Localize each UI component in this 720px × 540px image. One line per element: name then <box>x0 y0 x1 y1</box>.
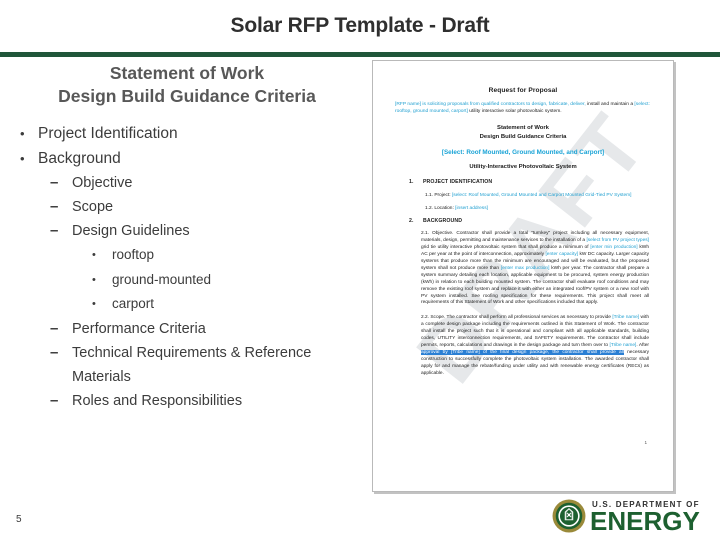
list-item-label: rooftop <box>112 247 155 262</box>
document-system-line: Utility-Interactive Photovoltaic System <box>469 164 577 171</box>
list-item: • Project Identification <box>14 121 368 146</box>
document-subtitle: Statement of Work Design Build Guidance … <box>395 124 651 142</box>
doe-seal-icon <box>552 499 586 533</box>
item-1-1-placeholder: [select: Roof Mounted, Ground Mounted an… <box>451 193 632 199</box>
dash-marker-icon: – <box>50 174 59 191</box>
intro-text-a: [RFP name] is soliciting proposals from … <box>395 102 588 107</box>
dash-marker-icon: – <box>50 319 59 337</box>
objective-placeholder-1: [select from PV project types] <box>586 238 649 244</box>
list-item: • carport <box>92 292 368 317</box>
title-divider <box>0 52 720 57</box>
document-section-2-heading: 2. BACKGROUND <box>409 218 651 224</box>
objective-text-e: kWh per year. The contractor shall prepa… <box>421 265 649 306</box>
doe-logo: U.S. DEPARTMENT OF ENERGY <box>552 498 712 536</box>
list-item-label: Scope <box>72 199 114 215</box>
section-1-number: 1. <box>409 179 414 186</box>
content-heading-line2: Design Build Guidance Criteria <box>58 86 316 106</box>
outline-list: • Project Identification • Background – … <box>6 121 368 413</box>
list-item: – Roles and Responsibilities <box>50 389 368 413</box>
bullet-marker-icon: • <box>20 151 25 166</box>
objective-placeholder-4: [enter max production] <box>500 265 550 271</box>
document-scope-paragraph: 2.2. Scope. The contractor shall perform… <box>421 315 651 377</box>
document-objective-paragraph: 2.1. Objective. Contractor shall provide… <box>421 231 651 307</box>
document-preview: DRAFT Request for Proposal [RFP name] is… <box>372 60 674 492</box>
list-item: • ground-mounted <box>92 268 368 293</box>
list-item-label: Objective <box>72 175 133 191</box>
list-item-label: carport <box>112 296 155 311</box>
scope-text-c: . After <box>636 343 650 348</box>
list-item: • Background <box>14 146 368 171</box>
item-1-1-label: 1.1. Project: <box>425 193 452 199</box>
list-item: – Objective <box>50 171 368 195</box>
bullet-marker-icon: • <box>92 273 96 286</box>
document-title: Request for Proposal <box>488 87 558 94</box>
slide-content-left: Statement of Work Design Build Guidance … <box>6 62 368 482</box>
list-item-label: ground-mounted <box>112 271 212 287</box>
dash-marker-icon: – <box>50 198 59 215</box>
objective-text-b: grid tie utility interactive photovoltai… <box>421 245 591 251</box>
intro-text-c: utility interactive solar photovoltaic s… <box>467 109 562 115</box>
item-1-2-placeholder: [insert address] <box>455 206 488 212</box>
list-item: – Design Guidelines <box>50 219 368 243</box>
content-heading-line1: Statement of Work <box>109 63 265 83</box>
bullet-marker-icon: • <box>20 126 25 141</box>
document-page: DRAFT Request for Proposal [RFP name] is… <box>373 61 673 491</box>
list-item: – Technical Requirements & Reference Mat… <box>50 341 368 389</box>
section-1-title: PROJECT IDENTIFICATION <box>423 179 493 186</box>
section-2-title: BACKGROUND <box>423 218 463 225</box>
page-title: Solar RFP Template - Draft <box>230 14 490 37</box>
dash-marker-icon: – <box>50 391 59 409</box>
content-heading: Statement of Work Design Build Guidance … <box>6 62 368 108</box>
list-item: – Scope <box>50 195 368 219</box>
list-item: – Performance Criteria <box>50 317 368 341</box>
list-item-label: Design Guidelines <box>72 223 190 239</box>
list-item-label: Technical Requirements & Reference Mater… <box>72 344 312 385</box>
intro-text-b: install and maintain a <box>587 102 635 107</box>
list-item-label: Background <box>38 150 121 167</box>
scope-text-a: 2.2. Scope. The contractor shall perform… <box>421 315 613 321</box>
document-section-1-heading: 1. PROJECT IDENTIFICATION <box>409 179 651 185</box>
list-item-label: Performance Criteria <box>72 320 206 337</box>
document-intro-paragraph: [RFP name] is soliciting proposals from … <box>395 101 651 115</box>
document-item-1-1: 1.1. Project: [select: Roof Mounted, Gro… <box>425 192 651 199</box>
document-page-number: 1 <box>644 440 647 445</box>
document-subtitle-line2: Design Build Guidance Criteria <box>479 134 567 141</box>
objective-placeholder-3: [enter capacity] <box>545 252 579 258</box>
objective-placeholder-2: [enter min production] <box>590 245 638 251</box>
doe-energy-wordmark: ENERGY <box>590 506 700 536</box>
scope-highlighted-text: approval by [Tribe name] of the final de… <box>421 349 624 355</box>
slide-page-number: 5 <box>16 514 22 525</box>
bullet-marker-icon: • <box>92 249 96 261</box>
scope-placeholder-1: [Tribe name] <box>612 315 640 321</box>
dash-marker-icon: – <box>50 343 59 361</box>
item-1-2-label: 1.2. Location: <box>425 206 456 212</box>
list-item: • rooftop <box>92 243 368 268</box>
document-item-1-2: 1.2. Location: [insert address] <box>425 205 651 212</box>
section-2-number: 2. <box>409 218 414 225</box>
list-item-label: Project Identification <box>38 125 178 142</box>
document-subtitle-line1: Statement of Work <box>497 125 549 132</box>
dash-marker-icon: – <box>50 222 59 239</box>
document-select-line: [Select: Roof Mounted, Ground Mounted, a… <box>441 149 605 157</box>
scope-placeholder-2: [Tribe name] <box>609 343 637 348</box>
document-body: Request for Proposal [RFP name] is solic… <box>395 87 651 378</box>
list-item-label: Roles and Responsibilities <box>72 392 243 409</box>
bullet-marker-icon: • <box>92 298 96 310</box>
